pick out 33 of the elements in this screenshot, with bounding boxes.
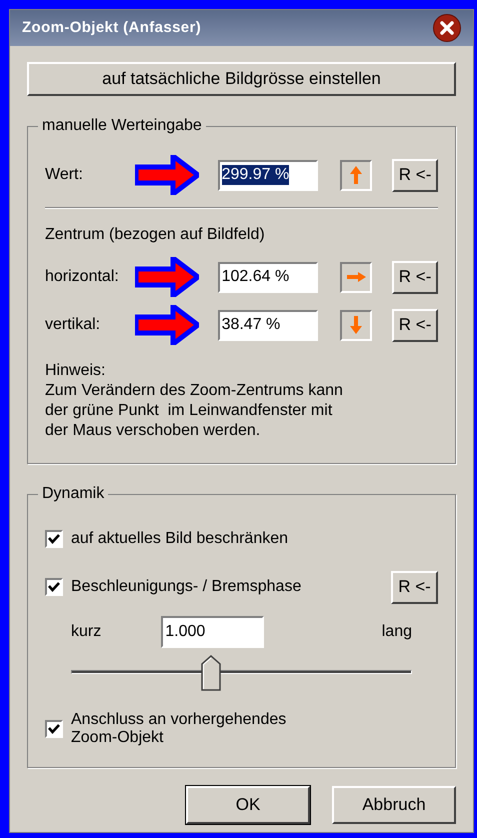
value-field[interactable]: 299.97 % xyxy=(218,160,318,190)
checkbox-label: Beschleunigungs- / Bremsphase xyxy=(71,578,302,596)
checkbox[interactable] xyxy=(45,720,63,738)
hint-text: Hinweis: Zum Verändern des Zoom-Zentrums kann der grüne Punkt im Leinwandfenster mit der Maus verschoben werden. xyxy=(45,361,344,441)
value-field[interactable]: 1.000 xyxy=(161,616,264,648)
window-title: Zoom-Objekt (Anfasser) xyxy=(22,18,202,38)
size-button[interactable]: auf tatsächliche Bildgrösse einstellen xyxy=(27,62,456,96)
checkbox[interactable] xyxy=(45,578,63,596)
checkbox-label: Anschluss an vorhergehendes Zoom-Objekt xyxy=(71,711,286,747)
checkbox-label: auf aktuelles Bild beschränken xyxy=(71,530,288,548)
field-label: Wert: xyxy=(45,165,84,185)
slider-min-label: kurz xyxy=(71,622,102,642)
dialog-button[interactable]: OK xyxy=(186,786,310,824)
reset-button[interactable]: R <- xyxy=(392,158,438,192)
annotation-arrow-icon xyxy=(135,155,200,195)
field-label: horizontal: xyxy=(45,267,120,287)
value-field[interactable]: 38.47 % xyxy=(218,310,318,340)
close-icon[interactable] xyxy=(433,14,461,42)
slider-max-label: lang xyxy=(382,622,412,642)
dialog-button[interactable]: Abbruch xyxy=(332,786,456,824)
field-label: vertikal: xyxy=(45,315,102,335)
checkbox[interactable] xyxy=(45,530,63,548)
value-field[interactable]: 102.64 % xyxy=(218,262,318,292)
reset-button[interactable]: R <- xyxy=(392,260,438,294)
slider-thumb[interactable] xyxy=(200,655,221,691)
annotation-arrow-icon xyxy=(135,305,200,345)
reset-button[interactable]: R <- xyxy=(392,308,438,342)
section-heading: Zentrum (bezogen auf Bildfeld) xyxy=(45,225,266,245)
annotation-arrow-icon xyxy=(135,257,200,297)
slider[interactable] xyxy=(71,655,412,691)
group-legend: Dynamik xyxy=(38,484,108,504)
reset-button[interactable]: R <- xyxy=(391,570,438,604)
group-legend: manuelle Werteingabe xyxy=(38,116,206,136)
